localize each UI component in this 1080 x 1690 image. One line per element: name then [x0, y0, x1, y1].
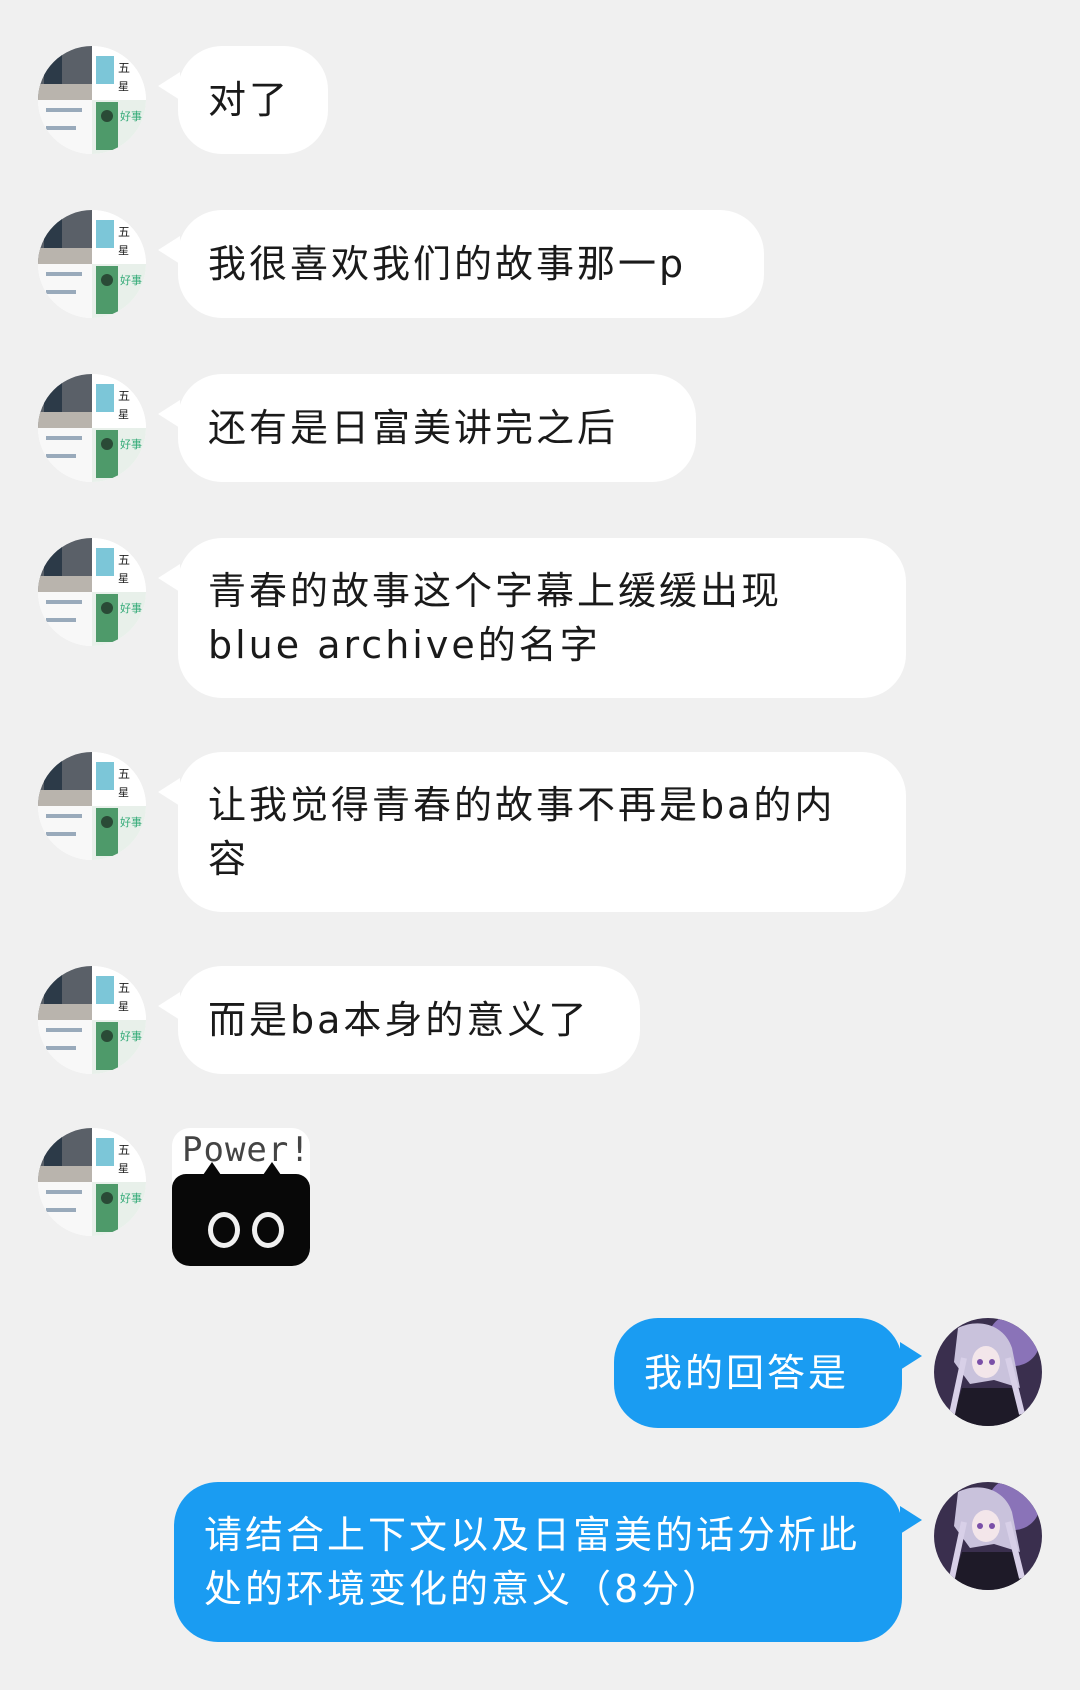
message-bubble[interactable]: 对了	[178, 46, 328, 154]
bubble-tail	[158, 778, 180, 806]
anime-girl-avatar-icon	[934, 1318, 1042, 1426]
svg-text:星: 星	[118, 408, 129, 421]
collage-avatar-icon: 五 星 好事	[38, 966, 146, 1074]
message-text: 还有是日富美讲完之后	[208, 406, 619, 450]
message-bubble[interactable]: 让我觉得青春的故事不再是ba的内容	[178, 752, 906, 912]
message-text: 对了	[208, 78, 291, 122]
svg-text:星: 星	[118, 244, 129, 257]
message-text: 请结合上下文以及日富美的话分析此处的环境变化的意义（8分）	[204, 1513, 861, 1611]
svg-text:星: 星	[118, 572, 129, 585]
chat-view: 五 星 好事 对了 五 星 好事 我很喜欢我们的故事那一p 五 星 好事 还有是…	[0, 0, 1080, 1690]
my-avatar[interactable]	[934, 1482, 1042, 1590]
collage-avatar-icon: 五 星 好事	[38, 374, 146, 482]
bubble-tail	[158, 564, 180, 592]
collage-avatar-icon: 五 星 好事	[38, 1128, 146, 1236]
svg-text:好事: 好事	[120, 273, 142, 287]
svg-text:五: 五	[118, 1143, 130, 1157]
svg-text:五: 五	[118, 767, 130, 781]
svg-text:好事: 好事	[120, 815, 142, 829]
message-text: 青春的故事这个字幕上缓缓出现blue archive的名字	[208, 569, 783, 667]
bubble-tail	[900, 1342, 922, 1370]
message-bubble[interactable]: 还有是日富美讲完之后	[178, 374, 696, 482]
svg-text:五: 五	[118, 981, 130, 995]
message-bubble[interactable]: 青春的故事这个字幕上缓缓出现blue archive的名字	[178, 538, 906, 698]
black-cat-power-sticker-icon[interactable]: Power!	[172, 1128, 310, 1266]
my-avatar[interactable]	[934, 1318, 1042, 1426]
contact-avatar[interactable]: 五 星 好事	[38, 46, 146, 154]
svg-text:好事: 好事	[120, 109, 142, 123]
svg-text:好事: 好事	[120, 1029, 142, 1043]
message-bubble[interactable]: 我很喜欢我们的故事那一p	[178, 210, 764, 318]
sticker-eye	[252, 1212, 284, 1248]
contact-avatar[interactable]: 五 星 好事	[38, 374, 146, 482]
svg-text:星: 星	[118, 1162, 129, 1175]
svg-text:五: 五	[118, 225, 130, 239]
contact-avatar[interactable]: 五 星 好事	[38, 966, 146, 1074]
bubble-tail	[158, 236, 180, 264]
svg-text:五: 五	[118, 61, 130, 75]
message-text: 我很喜欢我们的故事那一p	[208, 242, 687, 286]
contact-avatar[interactable]: 五 星 好事	[38, 1128, 146, 1236]
contact-avatar[interactable]: 五 星 好事	[38, 752, 146, 860]
collage-avatar-icon: 五 星 好事	[38, 210, 146, 318]
svg-text:五: 五	[118, 389, 130, 403]
message-bubble-outgoing[interactable]: 我的回答是	[614, 1318, 902, 1428]
bubble-tail	[158, 992, 180, 1020]
message-text: 而是ba本身的意义了	[208, 998, 590, 1042]
contact-avatar[interactable]: 五 星 好事	[38, 210, 146, 318]
svg-text:星: 星	[118, 80, 129, 93]
bubble-tail	[900, 1506, 922, 1534]
message-text: 我的回答是	[644, 1351, 850, 1395]
svg-text:好事: 好事	[120, 437, 142, 451]
svg-text:五: 五	[118, 553, 130, 567]
anime-girl-avatar-icon	[934, 1482, 1042, 1590]
sticker-cat-body	[172, 1174, 310, 1266]
message-bubble-outgoing[interactable]: 请结合上下文以及日富美的话分析此处的环境变化的意义（8分）	[174, 1482, 902, 1642]
sticker-eye	[208, 1212, 240, 1248]
message-text: 让我觉得青春的故事不再是ba的内容	[208, 783, 836, 881]
message-bubble[interactable]: 而是ba本身的意义了	[178, 966, 640, 1074]
collage-avatar-icon: 五 星 好事	[38, 538, 146, 646]
bubble-tail	[158, 72, 180, 100]
svg-text:星: 星	[118, 786, 129, 799]
collage-avatar-icon: 五 星 好事	[38, 752, 146, 860]
bubble-tail	[158, 400, 180, 428]
svg-text:好事: 好事	[120, 601, 142, 615]
svg-text:星: 星	[118, 1000, 129, 1013]
contact-avatar[interactable]: 五 星 好事	[38, 538, 146, 646]
svg-text:好事: 好事	[120, 1191, 142, 1205]
collage-avatar-icon: 五 星 好事	[38, 46, 146, 154]
